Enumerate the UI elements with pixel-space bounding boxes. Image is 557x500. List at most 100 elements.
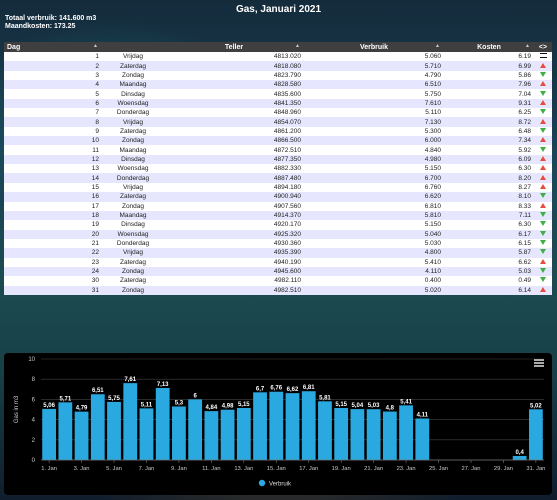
trend-cell bbox=[534, 238, 552, 249]
table-row: 15 Vrijdag 4894.180 6.760 8.27 bbox=[4, 182, 552, 193]
data-label: 5,81 bbox=[319, 395, 331, 401]
bar bbox=[58, 402, 73, 460]
legend-label: Verbruik bbox=[269, 482, 292, 488]
bar bbox=[188, 399, 203, 460]
teller-value: 4914.370 bbox=[164, 210, 304, 221]
table-row: 23 Zaterdag 4940.190 5.410 6.62 bbox=[4, 257, 552, 267]
x-tick-label: 27. Jan bbox=[461, 466, 480, 472]
kosten-value: 6.17 bbox=[444, 229, 534, 239]
weekday: Zondag bbox=[102, 70, 164, 81]
data-label: 5,41 bbox=[400, 399, 412, 405]
teller-value: 4945.600 bbox=[164, 266, 304, 277]
bar bbox=[334, 407, 349, 460]
trend-cell bbox=[534, 266, 552, 277]
teller-value: 4982.510 bbox=[164, 285, 304, 295]
verbruik-value: 5.750 bbox=[304, 89, 444, 99]
data-label: 5,71 bbox=[59, 396, 71, 402]
verbruik-value: 6.810 bbox=[304, 201, 444, 211]
column-header-teller[interactable]: Teller ▲ bbox=[164, 42, 304, 52]
day-number: 10 bbox=[4, 136, 102, 146]
verbruik-value: 5.150 bbox=[304, 164, 444, 174]
weekday: Zondag bbox=[102, 201, 164, 211]
day-number: 2 bbox=[4, 61, 102, 71]
x-tick-label: 13. Jan bbox=[234, 466, 253, 472]
trend-cell bbox=[534, 182, 552, 193]
x-tick-label: 5. Jan bbox=[106, 466, 122, 472]
weekday: Zaterdag bbox=[102, 257, 164, 267]
verbruik-value: 6.700 bbox=[304, 173, 444, 183]
weekday: Woensdag bbox=[102, 229, 164, 239]
kosten-value: 0.49 bbox=[444, 276, 534, 286]
x-tick-label: 31. Jan bbox=[526, 466, 545, 472]
data-label: 7,61 bbox=[124, 377, 136, 383]
data-label: 6,62 bbox=[287, 387, 299, 393]
bar bbox=[415, 418, 430, 460]
weekday: Dinsdag bbox=[102, 154, 164, 165]
bar bbox=[253, 392, 267, 460]
teller-value: 4925.320 bbox=[164, 229, 304, 239]
bar bbox=[204, 411, 219, 460]
day-number: 6 bbox=[4, 98, 102, 109]
weekday: Zaterdag bbox=[102, 61, 164, 71]
table-row: 19 Dinsdag 4920.170 5.150 6.30 bbox=[4, 220, 552, 230]
table-row: 11 Maandag 4872.510 4.840 5.92 bbox=[4, 145, 552, 155]
bar bbox=[285, 393, 300, 460]
weekday: Zondag bbox=[102, 266, 164, 277]
trend-cell bbox=[534, 98, 552, 109]
x-tick-label: 21. Jan bbox=[364, 466, 383, 472]
data-label: 4,8 bbox=[386, 406, 395, 412]
day-number: 19 bbox=[4, 220, 102, 230]
y-tick-label: 10 bbox=[28, 357, 35, 363]
day-number: 31 bbox=[4, 285, 102, 295]
arrow-down-icon bbox=[540, 230, 546, 236]
verbruik-value: 6.000 bbox=[304, 136, 444, 146]
column-header-dag[interactable]: Dag ▲ bbox=[4, 42, 102, 52]
chart-menu-icon[interactable] bbox=[534, 359, 544, 367]
trend-cell bbox=[534, 89, 552, 99]
weekday: Donderdag bbox=[102, 108, 164, 118]
data-label: 5,3 bbox=[175, 400, 184, 406]
verbruik-value: 5.020 bbox=[304, 285, 444, 295]
arrow-down-icon bbox=[540, 268, 546, 274]
arrow-down-icon bbox=[540, 277, 546, 283]
verbruik-value: 5.030 bbox=[304, 238, 444, 249]
trend-cell bbox=[534, 220, 552, 230]
equal-icon bbox=[539, 53, 547, 59]
x-tick-label: 3. Jan bbox=[74, 466, 90, 472]
weekday: Vrijdag bbox=[102, 117, 164, 127]
data-label: 5,02 bbox=[530, 403, 542, 409]
x-tick-label: 9. Jan bbox=[171, 466, 187, 472]
teller-value: 4935.390 bbox=[164, 248, 304, 258]
column-header-kosten[interactable]: Kosten ▲ bbox=[444, 42, 534, 52]
trend-cell bbox=[534, 126, 552, 137]
page-title: Gas, Januari 2021 bbox=[235, 4, 322, 15]
x-tick-label: 25. Jan bbox=[429, 466, 448, 472]
column-header-verbruik[interactable]: Verbruik ▲ bbox=[304, 42, 444, 52]
data-label: 4,11 bbox=[417, 412, 429, 418]
teller-value: 4882.330 bbox=[164, 164, 304, 174]
teller-value: 4835.600 bbox=[164, 89, 304, 99]
kosten-value: 5.86 bbox=[444, 70, 534, 81]
sort-icon: ▲ bbox=[525, 43, 530, 49]
arrow-up-icon bbox=[540, 99, 546, 105]
weekday: Zondag bbox=[102, 136, 164, 146]
teller-value: 4823.790 bbox=[164, 70, 304, 81]
sort-icon: ▲ bbox=[295, 43, 300, 49]
weekday: Vrijdag bbox=[102, 182, 164, 193]
weekday: Donderdag bbox=[102, 173, 164, 183]
verbruik-value: 6.510 bbox=[304, 80, 444, 90]
column-header-trend[interactable]: <> bbox=[534, 42, 552, 52]
table-row: 2 Zaterdag 4818.080 5.710 6.99 bbox=[4, 61, 552, 71]
x-tick-label: 19. Jan bbox=[332, 466, 351, 472]
kosten-value: 8.10 bbox=[444, 192, 534, 202]
bar bbox=[366, 409, 381, 460]
data-label: 6 bbox=[193, 393, 197, 399]
weekday: Zondag bbox=[102, 285, 164, 295]
verbruik-value: 4.840 bbox=[304, 145, 444, 155]
trend-cell bbox=[534, 80, 552, 90]
day-number: 20 bbox=[4, 229, 102, 239]
kosten-value: 6.15 bbox=[444, 238, 534, 249]
bar bbox=[236, 407, 251, 460]
arrow-down-icon bbox=[540, 90, 546, 96]
x-tick-label: 15. Jan bbox=[267, 466, 286, 472]
